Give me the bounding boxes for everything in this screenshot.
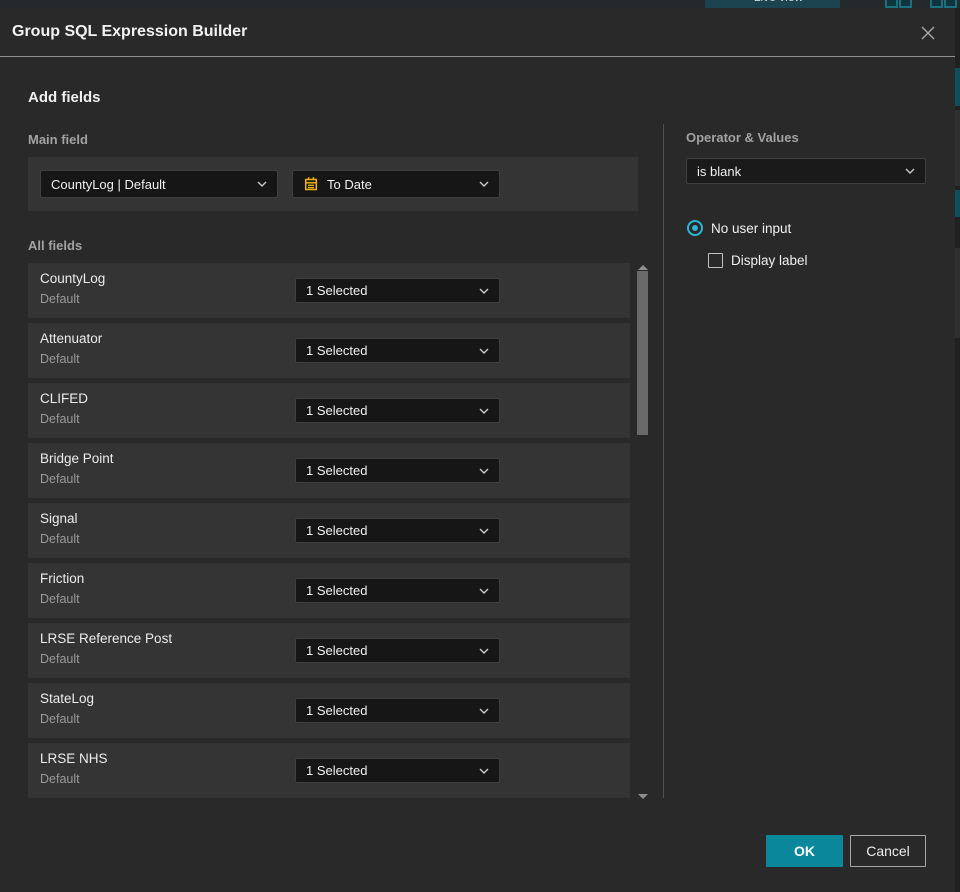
field-subtitle: Default [40,412,80,426]
field-subtitle: Default [40,712,80,726]
field-selected-dropdown-label: 1 Selected [306,343,368,358]
background-edge-block [955,190,960,217]
add-fields-heading: Add fields [28,89,101,106]
chevron-down-icon [257,181,267,187]
chevron-down-icon [479,528,489,534]
field-row: Signal Default 1 Selected [28,503,630,558]
field-selected-dropdown[interactable]: 1 Selected [295,638,500,663]
field-selected-dropdown[interactable]: 1 Selected [295,398,500,423]
group-sql-expression-builder-dialog: Group SQL Expression Builder Add fields … [0,8,955,892]
main-field-source-value: CountyLog | Default [51,176,166,192]
background-edge-block [955,68,960,106]
field-selected-dropdown-label: 1 Selected [306,463,368,478]
field-selected-dropdown[interactable]: 1 Selected [295,698,500,723]
field-selected-dropdown-label: 1 Selected [306,403,368,418]
dialog-title-bar: Group SQL Expression Builder [0,8,955,57]
field-selected-dropdown[interactable]: 1 Selected [295,458,500,483]
field-selected-dropdown[interactable]: 1 Selected [295,578,500,603]
close-button[interactable] [917,22,939,44]
field-name: LRSE NHS [40,751,108,766]
operator-dropdown-value: is blank [697,163,742,179]
chevron-down-icon [479,348,489,354]
live-view-label: Live view [754,0,803,4]
main-field-label: Main field [28,132,88,147]
field-subtitle: Default [40,352,80,366]
main-field-panel: CountyLog | Default To Date [28,157,638,211]
all-fields-list: CountyLog Default 1 Selected Attenuator … [28,263,630,803]
field-selected-dropdown-label: 1 Selected [306,583,368,598]
field-selected-dropdown-label: 1 Selected [306,523,368,538]
background-app-bar: Live view [0,0,960,8]
calendar-icon [304,177,318,191]
field-selected-dropdown[interactable]: 1 Selected [295,758,500,783]
field-name: Friction [40,571,85,586]
chevron-down-icon [479,181,489,187]
dialog-title: Group SQL Expression Builder [12,23,248,40]
field-selected-dropdown-label: 1 Selected [306,283,368,298]
field-selected-dropdown[interactable]: 1 Selected [295,278,500,303]
field-row: Friction Default 1 Selected [28,563,630,618]
chevron-down-icon [479,408,489,414]
scroll-down-button[interactable] [638,794,648,799]
field-row: LRSE NHS Default 1 Selected [28,743,630,798]
field-selected-dropdown-label: 1 Selected [306,703,368,718]
field-name: Bridge Point [40,451,114,466]
field-name: CLIFED [40,391,89,406]
chevron-down-icon [479,468,489,474]
background-panel-icon[interactable] [944,0,957,8]
no-user-input-radio[interactable] [687,220,703,236]
scrollbar-thumb[interactable] [637,271,648,435]
chevron-down-icon [479,648,489,654]
background-edge-block [955,248,960,338]
cancel-button[interactable]: Cancel [850,835,926,867]
field-row: CLIFED Default 1 Selected [28,383,630,438]
display-label-label: Display label [731,253,808,268]
section-divider [663,124,664,798]
field-selected-dropdown-label: 1 Selected [306,763,368,778]
field-name: StateLog [40,691,95,706]
background-panel-icon[interactable] [885,0,898,8]
field-subtitle: Default [40,772,80,786]
main-field-date-dropdown[interactable]: To Date [292,170,500,198]
field-selected-dropdown[interactable]: 1 Selected [295,338,500,363]
field-subtitle: Default [40,472,80,486]
field-name: CountyLog [40,271,106,286]
close-icon [921,26,935,40]
display-label-checkbox[interactable] [708,253,723,268]
field-selected-dropdown-label: 1 Selected [306,643,368,658]
main-field-date-value: To Date [327,176,372,192]
field-subtitle: Default [40,292,80,306]
field-name: Attenuator [40,331,103,346]
background-app-edge [955,8,960,892]
operator-dropdown[interactable]: is blank [686,158,926,184]
field-row: CountyLog Default 1 Selected [28,263,630,318]
field-row: Bridge Point Default 1 Selected [28,443,630,498]
background-panel-icon[interactable] [899,0,912,8]
live-view-button[interactable]: Live view [705,0,840,8]
chevron-down-icon [479,288,489,294]
ok-button[interactable]: OK [766,835,843,867]
field-subtitle: Default [40,532,80,546]
scroll-up-button[interactable] [638,265,648,270]
field-row: StateLog Default 1 Selected [28,683,630,738]
main-field-source-dropdown[interactable]: CountyLog | Default [40,170,278,198]
chevron-down-icon [479,588,489,594]
background-edge-block [955,110,960,186]
no-user-input-label: No user input [711,221,792,236]
chevron-down-icon [479,708,489,714]
chevron-down-icon [905,168,915,174]
field-row: Attenuator Default 1 Selected [28,323,630,378]
field-name: LRSE Reference Post [40,631,173,646]
field-row: LRSE Reference Post Default 1 Selected [28,623,630,678]
field-subtitle: Default [40,652,80,666]
all-fields-label: All fields [28,238,83,253]
field-name: Signal [40,511,78,526]
field-subtitle: Default [40,592,80,606]
background-panel-icon[interactable] [930,0,943,8]
field-selected-dropdown[interactable]: 1 Selected [295,518,500,543]
operator-values-label: Operator & Values [686,130,799,145]
chevron-down-icon [479,768,489,774]
